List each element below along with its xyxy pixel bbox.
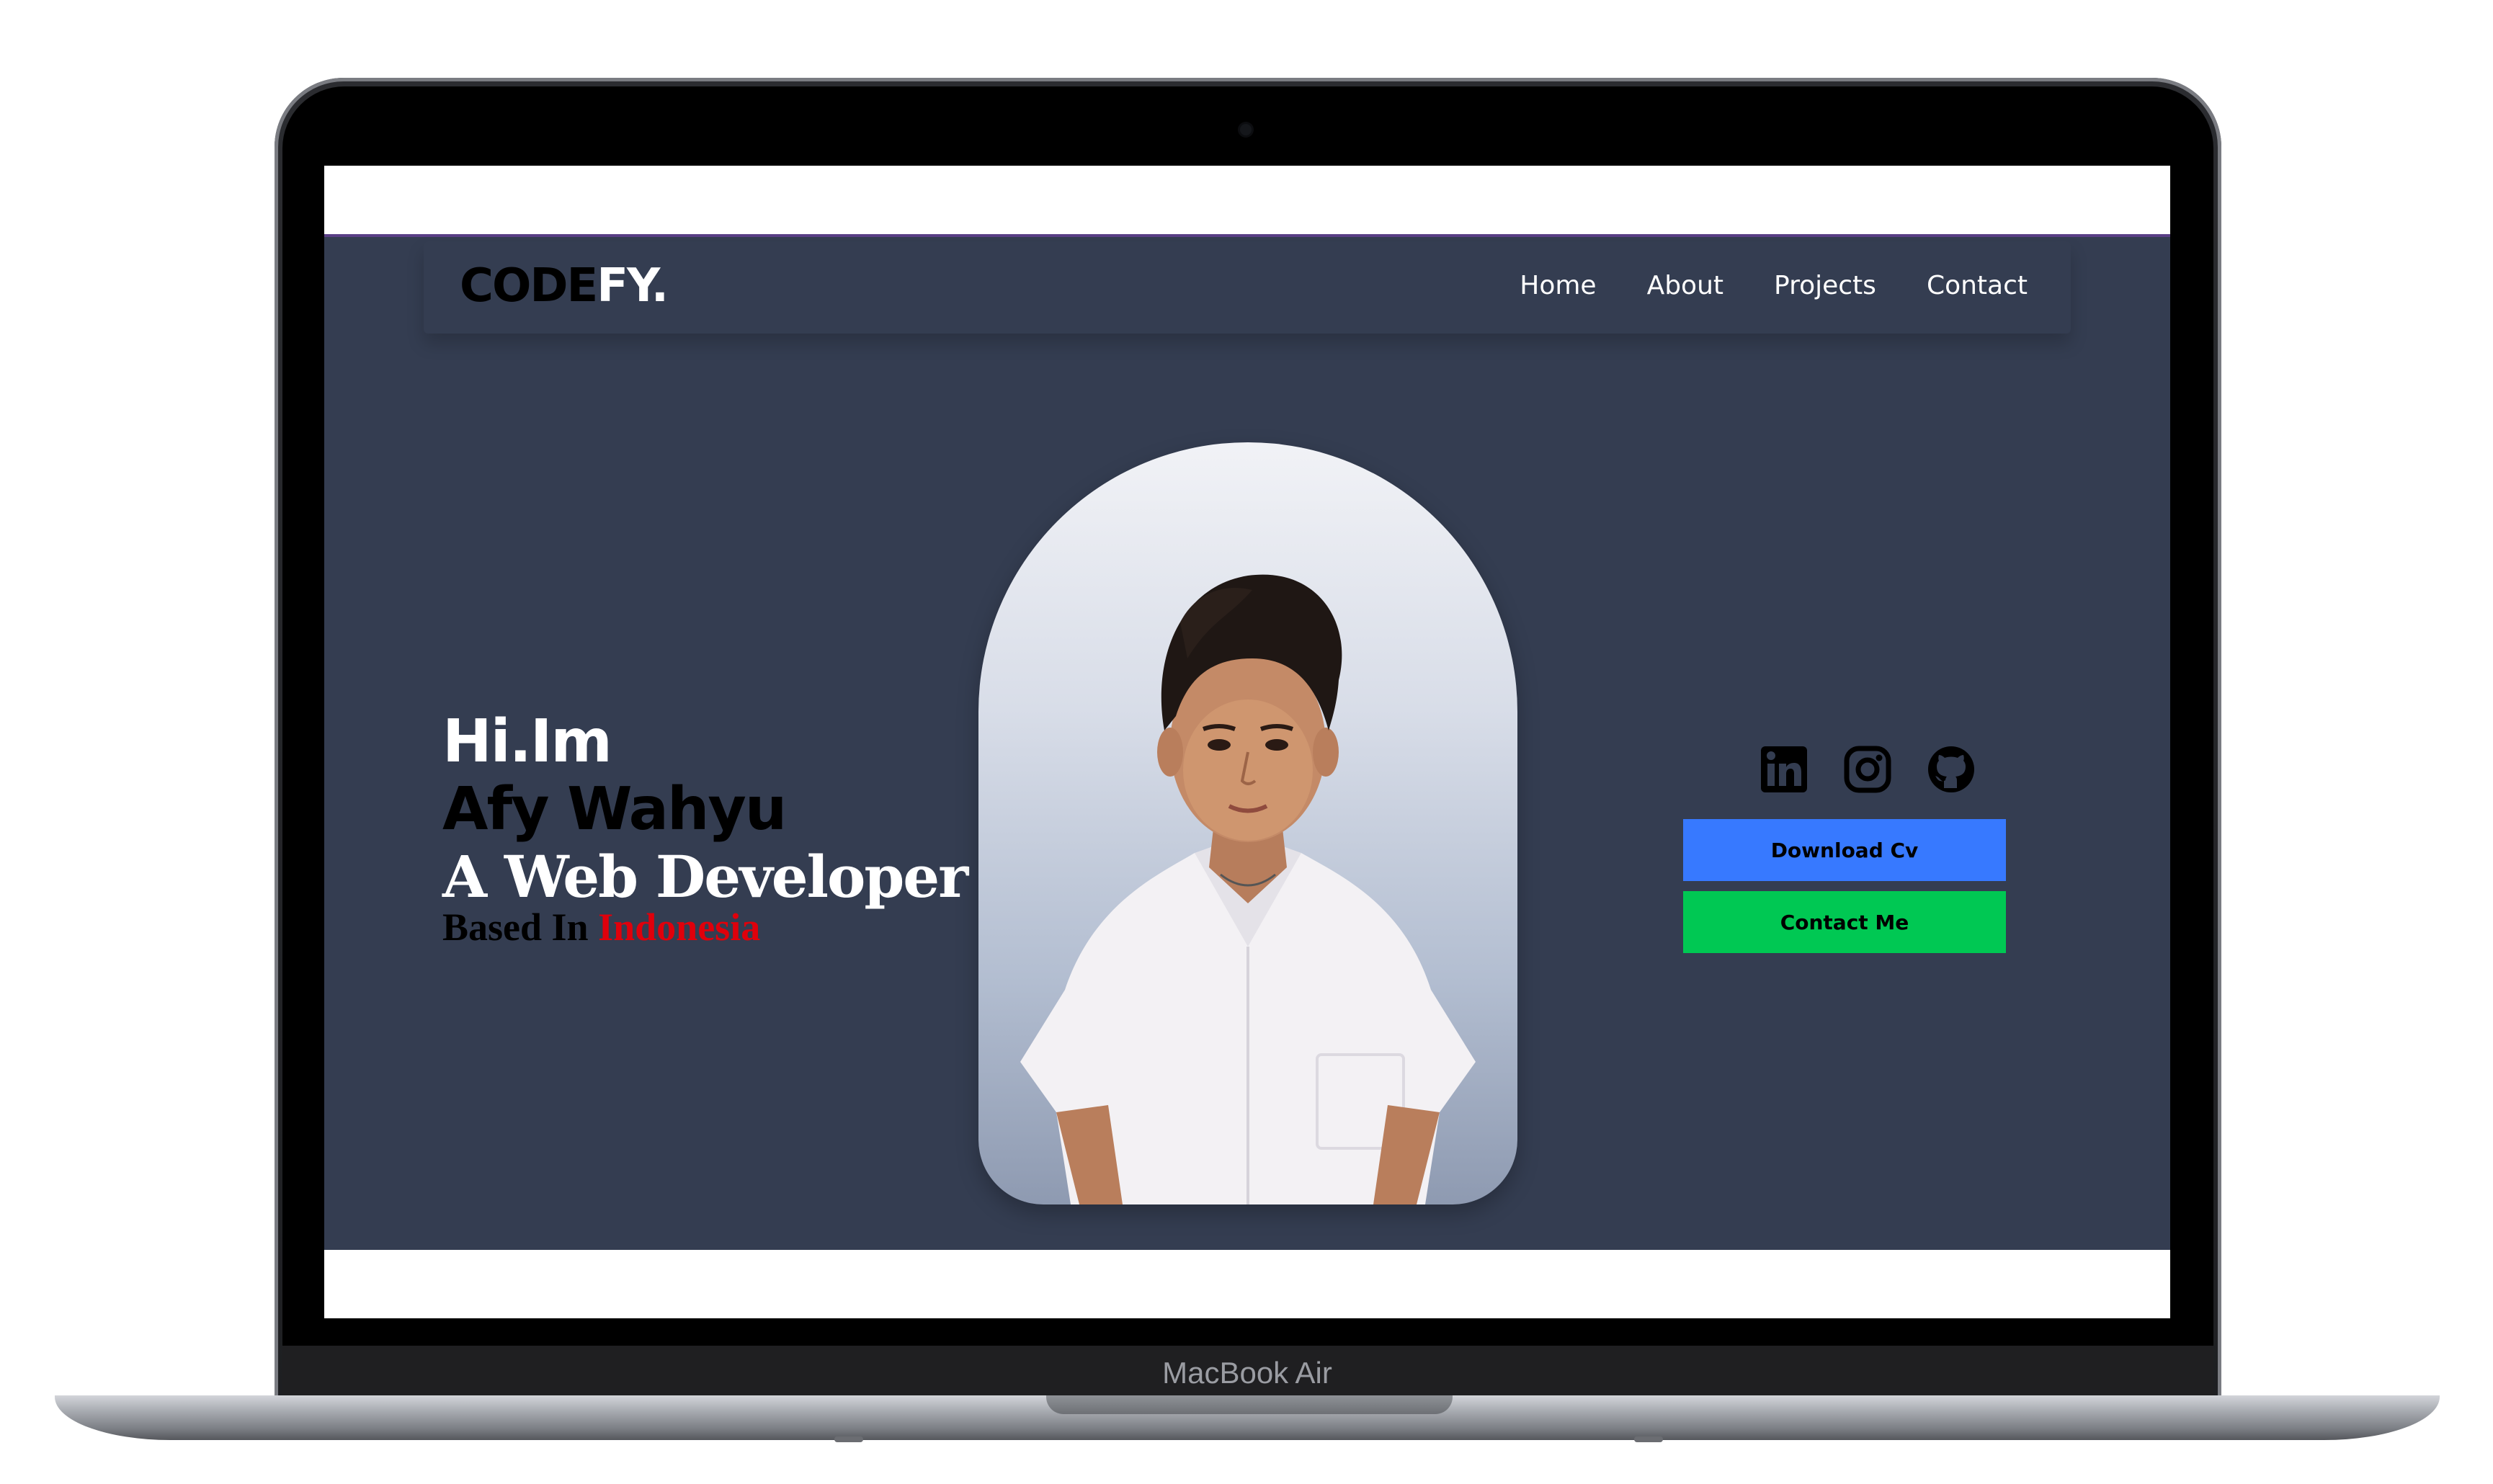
laptop-foot-left: [834, 1436, 863, 1442]
contact-me-button[interactable]: Contact Me: [1683, 891, 2006, 953]
instagram-icon[interactable]: [1843, 745, 1892, 794]
logo-part-code: CODE: [460, 259, 598, 313]
github-icon[interactable]: [1927, 745, 1976, 794]
logo-part-fy: FY.: [597, 259, 669, 313]
social-links: [1760, 745, 1976, 794]
hero-location: Based In Indonesia: [442, 907, 967, 948]
profile-photo: [978, 442, 1517, 1204]
hero-name: Afy Wahyu: [442, 775, 787, 844]
linkedin-icon[interactable]: [1760, 745, 1809, 794]
nav-link-contact[interactable]: Contact: [1927, 273, 2028, 299]
camera-icon: [1240, 124, 1252, 135]
laptop-mockup: CODEFY. Home About Projects Contact Hi.I…: [0, 0, 2493, 1484]
laptop-hinge-notch: [1046, 1395, 1453, 1414]
nav-link-about[interactable]: About: [1647, 273, 1723, 299]
hero-intro: Hi.Im Afy Wahyu A Web Developer Based In…: [442, 707, 968, 948]
nav-link-home[interactable]: Home: [1520, 273, 1596, 299]
location-prefix: Based In: [442, 906, 589, 949]
nav-link-projects[interactable]: Projects: [1774, 273, 1876, 299]
portfolio-page: CODEFY. Home About Projects Contact Hi.I…: [324, 234, 2170, 1250]
screen: CODEFY. Home About Projects Contact Hi.I…: [324, 166, 2170, 1318]
navbar: CODEFY. Home About Projects Contact: [424, 241, 2071, 334]
device-model-label: MacBook Air: [1162, 1356, 1332, 1390]
laptop-foot-right: [1634, 1436, 1663, 1442]
person-photo-icon: [1020, 574, 1476, 1204]
hero-greeting: Hi.Im: [442, 707, 612, 776]
download-cv-button[interactable]: Download Cv: [1683, 819, 2006, 881]
hero-role: A Web Developer: [442, 843, 968, 911]
site-logo[interactable]: CODEFY.: [460, 263, 669, 309]
location-country: Indonesia: [598, 906, 761, 949]
nav-menu: Home About Projects Contact: [1520, 273, 2028, 299]
